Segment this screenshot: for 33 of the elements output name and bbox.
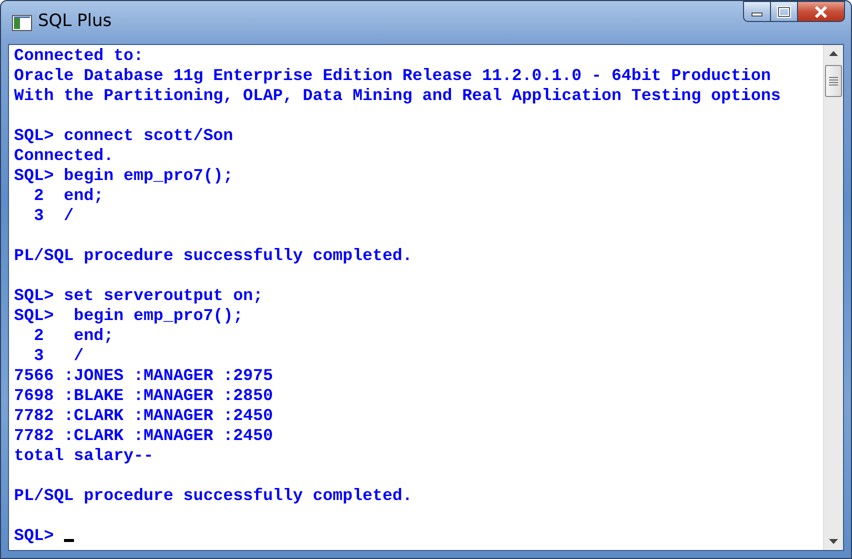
console-line: SQL> connect scott/Son [14,126,234,145]
scroll-thumb[interactable] [825,65,842,97]
console-line: Connected to: [14,46,144,65]
console-line: total salary-- [14,446,154,465]
console-line: PL/SQL procedure successfully completed. [14,486,412,505]
maximize-button[interactable] [771,1,798,22]
console-line: SQL> set serveroutput on; [14,286,263,305]
console-line: 7698 :BLAKE :MANAGER :2850 [14,386,273,405]
minimize-button[interactable] [743,1,771,22]
console-window-icon [12,14,32,30]
close-button[interactable] [798,1,845,22]
console-line: Oracle Database 11g Enterprise Edition Release 11.2.0.1.0 - 64bit Production [14,66,771,85]
close-icon [813,4,829,18]
console-line: 7782 :CLARK :MANAGER :2450 [14,406,273,425]
scrollbar[interactable] [823,45,843,550]
console-line: Connected. [14,146,114,165]
console-line: SQL> begin emp_pro7(); [14,166,234,185]
console-line: With the Partitioning, OLAP, Data Mining and Real Application Testing options [14,86,781,105]
console-line: 3 / [32,206,74,225]
console-line: 2 end; [32,186,104,205]
text-cursor [64,539,74,542]
down-arrow-icon [829,539,838,544]
console-line: SQL> begin emp_pro7(); [14,306,244,325]
console-line: SQL> [14,526,55,545]
console-line: 7782 :CLARK :MANAGER :2450 [14,426,273,445]
console-line: PL/SQL procedure successfully completed. [14,246,412,265]
maximize-icon [777,6,791,18]
window-title: SQL Plus [38,10,113,30]
up-arrow-icon [829,51,838,56]
console-line: 7566 :JONES :MANAGER :2975 [14,366,273,385]
grip-icon [829,76,838,86]
console-line: 3 / [32,346,84,365]
console-line: 2 end; [32,326,114,345]
